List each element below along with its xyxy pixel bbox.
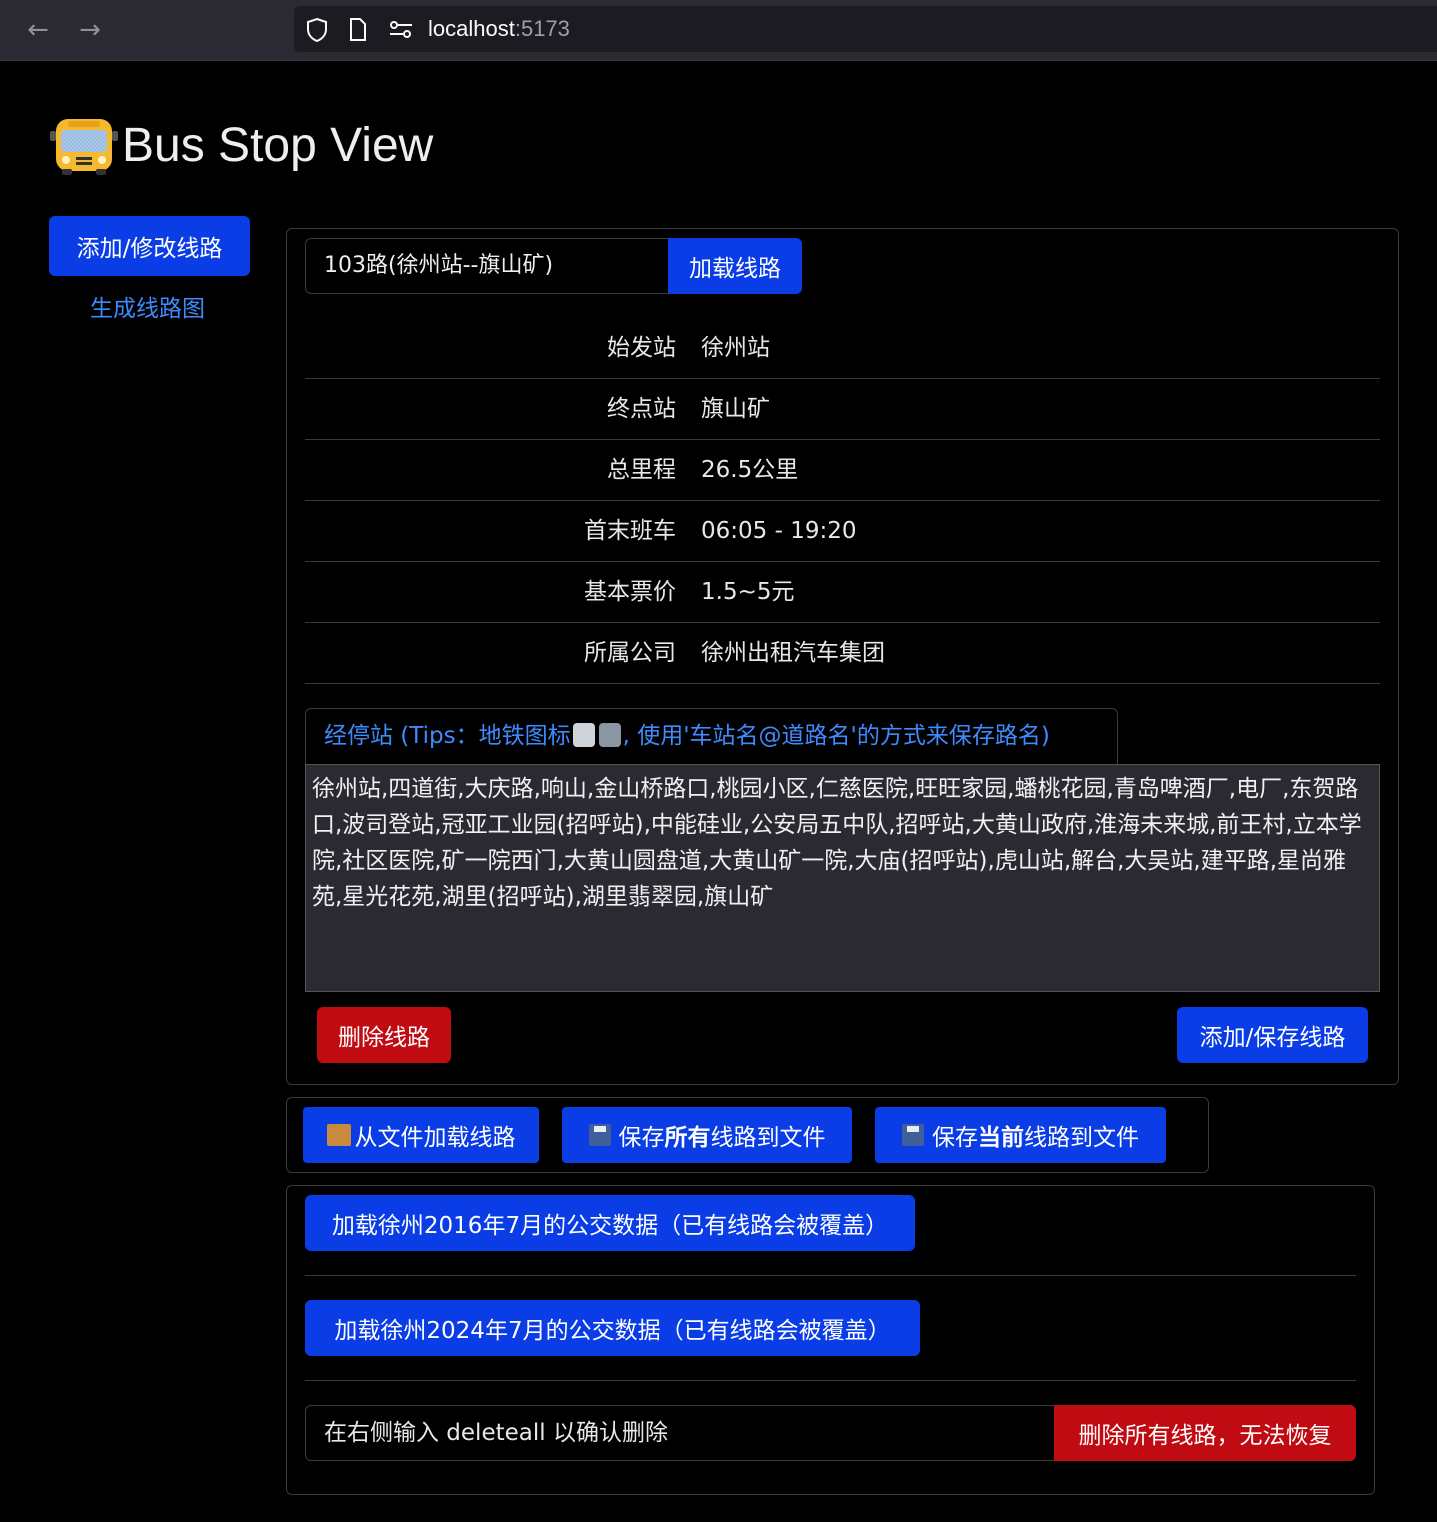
metro-train-icon (598, 723, 621, 747)
info-value: 旗山矿 (701, 396, 770, 422)
info-label: 所属公司 (584, 640, 676, 666)
save-all-routes-button[interactable]: 保存 所有 线路到文件 (562, 1107, 852, 1163)
save-all-prefix: 保存 (618, 1125, 665, 1151)
info-row-schedule: 首末班车 06:05 - 19:20 (305, 501, 1380, 562)
load-from-file-label: 从文件加载线路 (354, 1125, 516, 1151)
info-value: 1.5~5元 (701, 579, 795, 605)
add-edit-route-button[interactable]: 添加/修改线路 (49, 216, 250, 276)
info-row-start: 始发站 徐州站 (305, 318, 1380, 379)
delete-confirm-input[interactable] (690, 1405, 1055, 1461)
delete-confirm-label: 在右侧输入 deleteall 以确认删除 (305, 1405, 691, 1461)
info-value: 06:05 - 19:20 (701, 518, 857, 544)
floppy-disk-icon (902, 1124, 924, 1146)
divider (305, 1275, 1356, 1276)
browser-toolbar: ← → localhost:5173 (0, 0, 1437, 61)
page-title: Bus Stop View (48, 112, 433, 180)
info-value: 徐州站 (701, 335, 770, 361)
info-row-distance: 总里程 26.5公里 (305, 440, 1380, 501)
info-row-fare: 基本票价 1.5~5元 (305, 562, 1380, 623)
tips-prefix: 经停站 (Tips：地铁图标 (324, 723, 571, 749)
save-current-prefix: 保存 (932, 1125, 978, 1151)
delete-route-button[interactable]: 删除线路 (317, 1007, 451, 1063)
load-2016-data-button[interactable]: 加载徐州2016年7月的公交数据（已有线路会被覆盖） (305, 1195, 915, 1251)
save-current-suffix: 线路到文件 (1024, 1125, 1139, 1151)
stations-tips-label: 经停站 (Tips：地铁图标 , 使用'车站名@道路名'的方式来保存路名) (305, 708, 1118, 764)
divider (305, 1380, 1356, 1381)
load-route-button[interactable]: 加载线路 (668, 238, 802, 294)
info-label: 终点站 (607, 396, 676, 422)
metro-icon (572, 723, 595, 747)
bus-icon (48, 113, 120, 179)
save-current-bold: 当前 (978, 1125, 1024, 1151)
info-label: 基本票价 (584, 579, 676, 605)
load-2024-data-button[interactable]: 加载徐州2024年7月的公交数据（已有线路会被覆盖） (305, 1300, 920, 1356)
save-all-suffix: 线路到文件 (710, 1125, 826, 1151)
forward-arrow-icon[interactable]: → (74, 14, 106, 46)
url-text: localhost:5173 (428, 16, 570, 41)
info-label: 总里程 (607, 457, 676, 483)
route-select[interactable]: 103路(徐州站--旗山矿) (305, 238, 669, 294)
package-icon (326, 1124, 351, 1146)
delete-all-routes-button[interactable]: 删除所有线路，无法恢复 (1054, 1405, 1356, 1461)
permissions-icon[interactable] (388, 6, 414, 52)
page-icon (348, 6, 368, 52)
info-value: 徐州出租汽车集团 (701, 640, 885, 666)
save-current-route-button[interactable]: 保存 当前 线路到文件 (875, 1107, 1166, 1163)
app-title-text: Bus Stop View (122, 119, 434, 172)
info-value: 26.5公里 (701, 457, 799, 483)
shield-icon[interactable] (306, 6, 328, 52)
info-row-company: 所属公司 徐州出租汽车集团 (305, 623, 1380, 684)
back-arrow-icon[interactable]: ← (22, 14, 54, 46)
tips-suffix: , 使用'车站名@道路名'的方式来保存路名) (622, 723, 1050, 749)
info-row-end: 终点站 旗山矿 (305, 379, 1380, 440)
load-from-file-button[interactable]: 从文件加载线路 (303, 1107, 539, 1163)
generate-route-map-link[interactable]: 生成线路图 (90, 289, 205, 323)
address-bar[interactable]: localhost:5173 (294, 6, 1437, 52)
floppy-disk-icon (588, 1124, 611, 1146)
info-label: 始发站 (607, 335, 676, 361)
save-all-bold: 所有 (664, 1125, 711, 1151)
save-route-button[interactable]: 添加/保存线路 (1177, 1007, 1368, 1063)
info-label: 首末班车 (584, 518, 676, 544)
stations-textarea[interactable]: 徐州站,四道街,大庆路,响山,金山桥路口,桃园小区,仁慈医院,旺旺家园,蟠桃花园… (305, 764, 1380, 992)
